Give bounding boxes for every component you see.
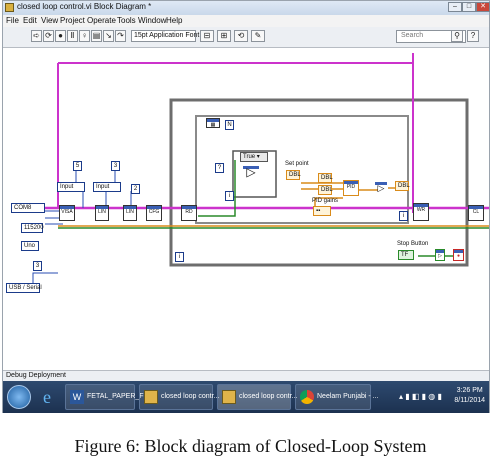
inner-index: i <box>225 191 234 201</box>
clean-up-diagram-icon[interactable]: ✎ <box>251 30 265 42</box>
search-icon[interactable]: ⚲ <box>451 30 463 42</box>
close-vi[interactable]: CL <box>468 205 484 221</box>
setpoint-control[interactable]: DBL <box>286 170 301 180</box>
stop-terminal-icon: ● <box>453 249 464 261</box>
labview-icon <box>222 390 236 404</box>
while-index: i <box>175 252 184 262</box>
constant-c: 2 <box>131 184 140 194</box>
case-selector[interactable]: True ▾ <box>240 152 268 162</box>
usb-wire <box>32 272 58 283</box>
labview-window: closed loop control.vi Block Diagram * –… <box>2 0 490 413</box>
menu-window[interactable]: Window <box>138 16 166 25</box>
stop-button-control[interactable]: TF <box>398 250 414 260</box>
maximize-button[interactable]: □ <box>462 2 476 12</box>
run-arrow-icon[interactable]: ➪ <box>31 30 42 42</box>
search-placeholder: Search <box>401 32 424 39</box>
count-terminal: N <box>225 120 234 130</box>
process-variable: DBL <box>318 185 333 195</box>
input-select-1[interactable]: Input <box>57 182 85 192</box>
highlight-execution-icon[interactable]: ♀ <box>79 30 90 42</box>
step-over-icon[interactable]: ↷ <box>115 30 126 42</box>
menu-edit[interactable]: Edit <box>23 16 37 25</box>
labview-icon <box>5 3 14 12</box>
input-select-2[interactable]: Input <box>93 182 121 192</box>
visa-configure-vi[interactable]: VISA <box>59 205 75 221</box>
config-vi[interactable]: CFG <box>146 205 162 221</box>
constant-b: 3 <box>111 161 120 171</box>
pid-vi[interactable]: PID <box>343 180 359 196</box>
clock[interactable]: 3:26 PM 8/11/2014 <box>454 386 485 406</box>
help-icon[interactable]: ? <box>467 30 479 42</box>
minimize-button[interactable]: – <box>448 2 462 12</box>
stop-button-label: Stop Button <box>397 241 429 247</box>
constant-small-1: 3 <box>33 261 42 271</box>
menu-help[interactable]: Help <box>166 16 182 25</box>
add-function-icon: ▷ <box>243 166 259 182</box>
toolbar: ➪ ⟳ ● Ⅱ ♀ ▤ ↘ ↷ 15pt Application Font ⊟ … <box>3 27 489 48</box>
close-button[interactable]: ✕ <box>476 2 490 12</box>
menu-tools[interactable]: Tools <box>117 16 136 25</box>
windows-taskbar: e W FETAL_PAPER_FE... closed loop contr.… <box>3 381 489 413</box>
figure-caption: Figure 6: Block diagram of Closed-Loop S… <box>74 436 427 456</box>
menu-file[interactable]: File <box>6 16 19 25</box>
constant-a: 5 <box>73 161 82 171</box>
pause-icon[interactable]: Ⅱ <box>67 30 78 42</box>
or-function: ▷ <box>435 249 445 261</box>
reorder-icon[interactable]: ⟲ <box>234 30 248 42</box>
align-objects-icon[interactable]: ⊟ <box>200 30 214 42</box>
start-button-icon[interactable] <box>7 385 31 409</box>
run-continuous-icon[interactable]: ⟳ <box>43 30 54 42</box>
multiply-function-icon: ▷ <box>375 182 387 194</box>
taskbar-word-document[interactable]: W FETAL_PAPER_FE... <box>65 384 154 410</box>
serial-port-control[interactable]: COM8 <box>11 203 45 213</box>
step-into-icon[interactable]: ↘ <box>103 30 114 42</box>
taskbar-chrome[interactable]: Neelam Punjabi - ... <box>295 384 378 410</box>
write-vi[interactable]: WR <box>413 203 429 221</box>
init-vi-1[interactable]: LIN <box>95 205 109 221</box>
title-bar: closed loop control.vi Block Diagram * –… <box>3 1 490 16</box>
baud-rate-control[interactable]: 115200 <box>21 223 44 233</box>
menu-operate[interactable]: Operate <box>87 16 116 25</box>
clock-time: 3:26 PM <box>456 387 483 394</box>
usb-serial-control[interactable]: USB / Serial <box>6 283 42 293</box>
menu-project[interactable]: Project <box>60 16 85 25</box>
setpoint-indicator: DBL <box>318 173 333 183</box>
menu-view[interactable]: View <box>41 16 58 25</box>
clock-date: 8/11/2014 <box>454 397 485 404</box>
chrome-icon <box>300 390 314 404</box>
case-selector-label: True <box>243 154 256 160</box>
pid-gains-label: PID gains <box>312 198 339 204</box>
read-vi[interactable]: RD <box>181 205 197 221</box>
taskbar-item-label: closed loop contr... <box>161 393 220 400</box>
abort-icon[interactable]: ● <box>55 30 66 42</box>
case-input-terminal: ? <box>215 163 224 173</box>
word-icon: W <box>70 390 84 404</box>
window-title: closed loop control.vi Block Diagram * <box>17 2 152 11</box>
pid-gains-control[interactable]: ▪▪ <box>313 206 331 216</box>
distribute-objects-icon[interactable]: ⊞ <box>217 30 231 42</box>
internet-explorer-icon[interactable]: e <box>37 387 57 407</box>
retain-wire-values-icon[interactable]: ▤ <box>91 30 102 42</box>
output-indicator: DBL <box>395 181 410 191</box>
parity-control[interactable]: Uno <box>21 241 39 251</box>
status-text: Debug Deployment <box>6 372 66 379</box>
serial-port-value: COM8 <box>14 205 32 211</box>
taskbar-labview-front-panel[interactable]: closed loop contr... <box>139 384 219 410</box>
font-select[interactable]: 15pt Application Font <box>131 30 199 42</box>
labview-icon <box>144 390 158 404</box>
setpoint-label: Set point <box>285 161 309 167</box>
taskbar-labview-block-diagram[interactable]: closed loop contr... <box>217 384 297 410</box>
taskbar-item-label: closed loop contr... <box>239 393 298 400</box>
taskbar-item-label: Neelam Punjabi - ... <box>317 393 379 400</box>
outer-index: i <box>399 211 408 221</box>
init-vi-2[interactable]: LIN <box>123 205 137 221</box>
block-diagram[interactable]: COM8 115200 Uno 3 USB / Serial Input Inp… <box>3 48 489 370</box>
tray-icons[interactable]: ▴ ▮ ◧ ▮ ◍ ▮ <box>399 392 442 401</box>
array-constant: ▦ <box>206 118 220 128</box>
